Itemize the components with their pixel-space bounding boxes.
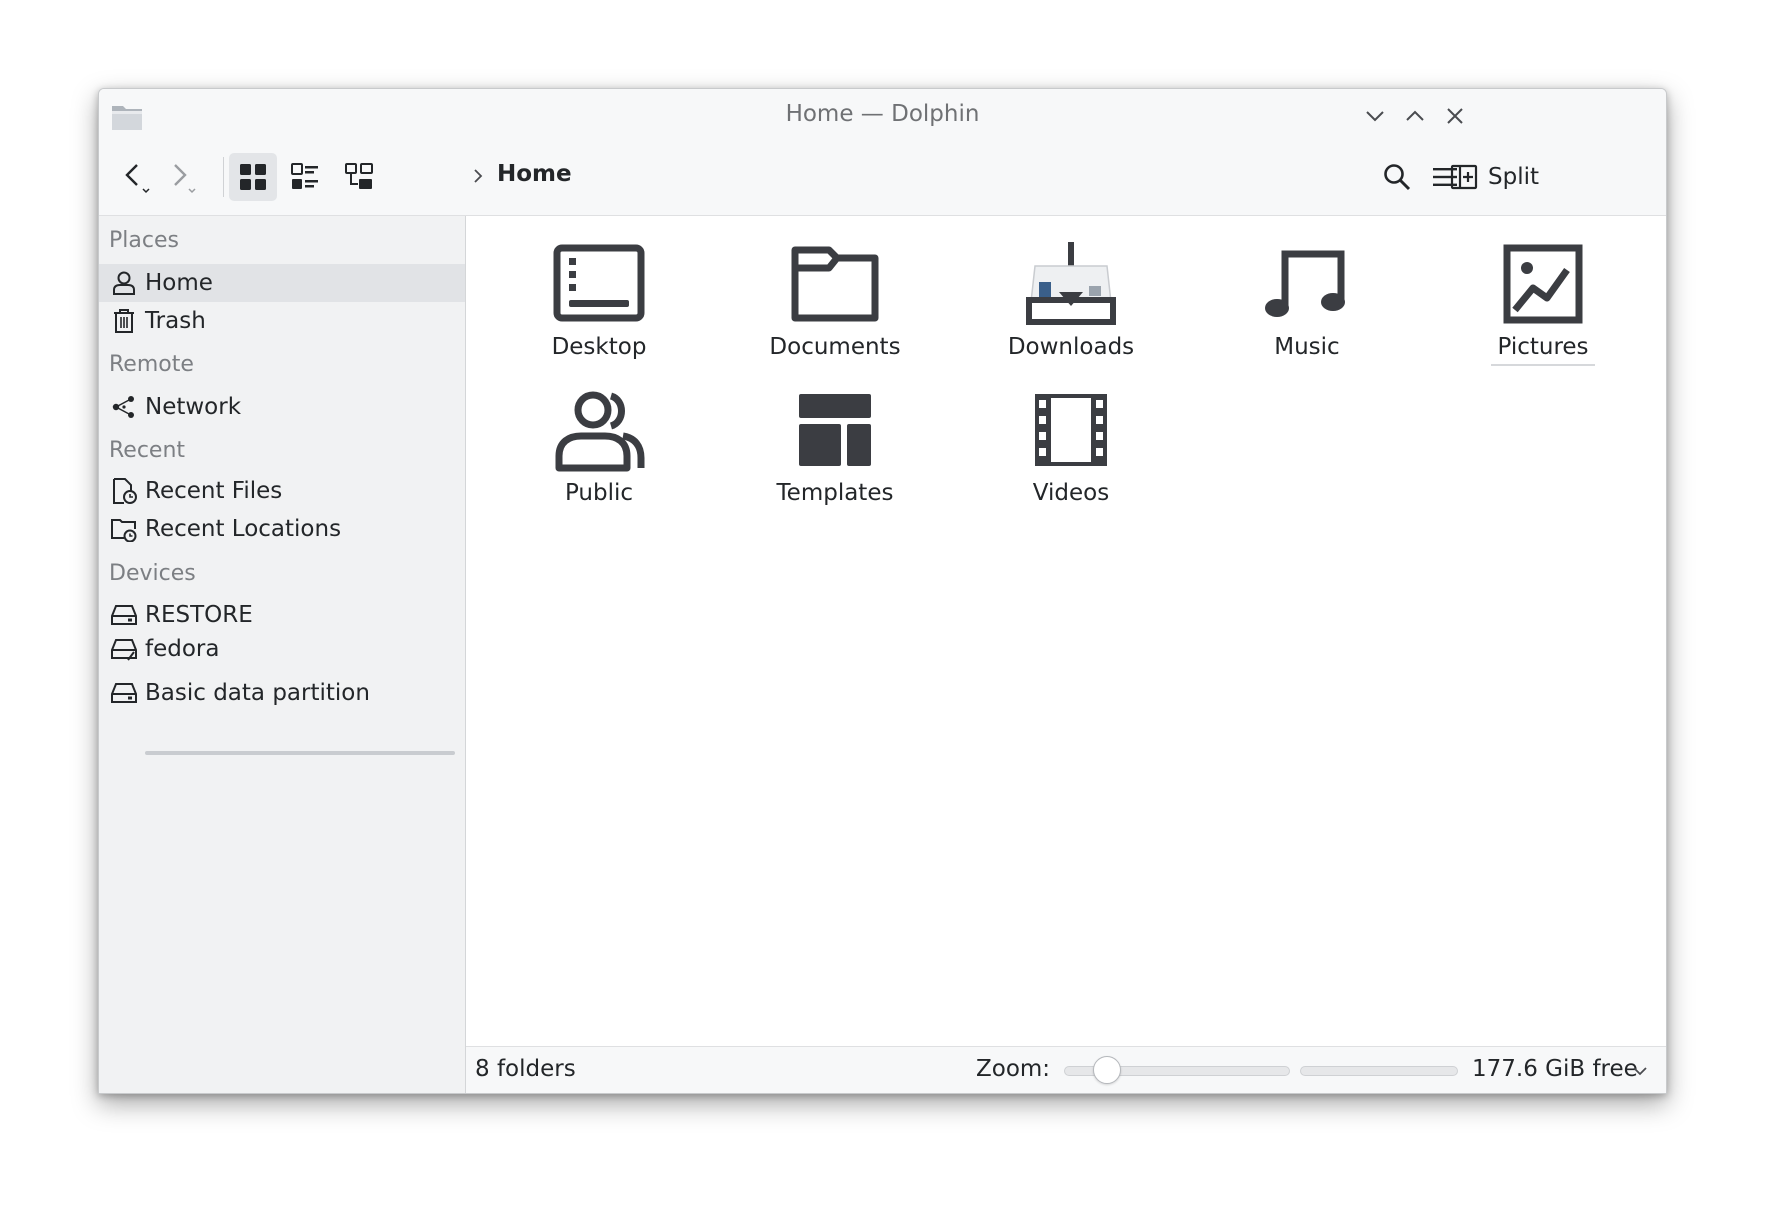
toolbar-separator [223, 157, 224, 197]
pictures-folder-icon [1495, 236, 1591, 332]
place-recent-files[interactable]: Recent Files [99, 472, 465, 510]
icons-view-icon [240, 164, 266, 190]
forward-button[interactable] [157, 153, 205, 201]
device-basic-data-partition[interactable]: Basic data partition [99, 674, 465, 712]
split-label: Split [1488, 164, 1539, 190]
folder-item[interactable]: Pictures [1425, 236, 1661, 366]
recent-locations-icon [109, 514, 139, 544]
free-space-bar [1300, 1066, 1458, 1076]
close-icon [1447, 108, 1463, 124]
documents-folder-icon [787, 236, 883, 332]
chevron-up-icon [1406, 110, 1424, 121]
folder-item[interactable]: Downloads [953, 236, 1189, 364]
section-header-places: Places [109, 228, 179, 253]
menu-button[interactable] [1421, 153, 1469, 201]
folder-item[interactable]: Public [481, 382, 717, 510]
device-label: Basic data partition [145, 680, 370, 706]
folder-label: Public [564, 480, 634, 506]
place-recent-locations[interactable]: Recent Locations [99, 510, 465, 548]
place-label: Home [145, 270, 213, 296]
device-fedora[interactable]: fedora [99, 630, 465, 668]
back-button[interactable] [111, 153, 159, 201]
icons-view-button[interactable] [229, 153, 277, 201]
folder-label: Pictures [1491, 334, 1595, 366]
breadcrumb-chevron-icon[interactable] [469, 165, 487, 187]
details-view-icon [345, 163, 373, 189]
status-bar: 8 folders Zoom: 177.6 GiB free [466, 1046, 1666, 1093]
maximize-button[interactable] [1401, 102, 1429, 130]
dolphin-window: Home — Dolphin Home Split Places Home Tr… [98, 88, 1667, 1094]
drive-icon [109, 634, 139, 664]
section-header-remote: Remote [109, 352, 194, 377]
folder-label: Downloads [1007, 334, 1135, 360]
place-home[interactable]: Home [99, 264, 465, 302]
search-icon [1384, 164, 1411, 191]
folder-item[interactable]: Music [1189, 236, 1425, 364]
breadcrumb-home[interactable]: Home [497, 161, 572, 187]
drive-icon [109, 600, 139, 630]
folder-item[interactable]: Templates [717, 382, 953, 510]
device-usage-bar [145, 751, 455, 755]
hamburger-menu-icon [1433, 168, 1457, 186]
device-label: RESTORE [145, 602, 253, 628]
folder-label: Videos [1032, 480, 1110, 506]
network-icon [109, 392, 139, 422]
device-restore[interactable]: RESTORE [99, 596, 465, 634]
folder-count: 8 folders [475, 1056, 576, 1082]
folder-item[interactable]: Desktop [481, 236, 717, 364]
compact-view-button[interactable] [281, 153, 329, 201]
place-network[interactable]: Network [99, 388, 465, 426]
desktop-folder-icon [551, 236, 647, 332]
public-folder-icon [551, 382, 647, 478]
chevron-down-icon[interactable] [1630, 1061, 1650, 1081]
place-label: Recent Locations [145, 516, 342, 542]
drive-icon [109, 678, 139, 708]
trash-icon [109, 306, 139, 336]
forward-arrow-icon [174, 164, 196, 194]
compact-view-icon [291, 163, 318, 189]
close-button[interactable] [1441, 102, 1469, 130]
place-label: Trash [145, 308, 206, 334]
folder-label: Desktop [551, 334, 647, 360]
toolbar: Home Split [99, 141, 1666, 216]
window-title: Home — Dolphin [785, 101, 980, 127]
back-arrow-icon [125, 164, 150, 194]
title-bar[interactable]: Home — Dolphin [99, 89, 1666, 141]
place-label: Network [145, 394, 242, 420]
folder-item[interactable]: Videos [953, 382, 1189, 510]
zoom-label: Zoom: [976, 1056, 1051, 1082]
details-view-button[interactable] [335, 153, 383, 201]
place-label: Recent Files [145, 478, 283, 504]
file-view[interactable]: Desktop Documents Downloads Music Pictur… [466, 216, 1666, 1046]
section-header-devices: Devices [109, 561, 196, 586]
folder-item[interactable]: Documents [717, 236, 953, 364]
free-space-label[interactable]: 177.6 GiB free [1472, 1056, 1638, 1082]
zoom-slider-handle[interactable] [1092, 1056, 1121, 1084]
downloads-folder-icon [1023, 236, 1119, 332]
search-button[interactable] [1373, 153, 1421, 201]
section-header-recent: Recent [109, 438, 186, 463]
user-icon [109, 268, 139, 298]
place-trash[interactable]: Trash [99, 302, 465, 340]
videos-folder-icon [1023, 382, 1119, 478]
chevron-down-icon [1366, 111, 1384, 122]
recent-files-icon [109, 476, 139, 506]
music-folder-icon [1259, 236, 1355, 332]
device-label: fedora [145, 636, 220, 662]
folder-label: Music [1274, 334, 1340, 360]
places-panel: Places Home Trash Remote Network Recent [99, 216, 466, 1093]
folder-label: Templates [776, 480, 894, 506]
templates-folder-icon [787, 382, 883, 478]
folder-label: Documents [769, 334, 901, 360]
minimize-button[interactable] [1361, 102, 1389, 130]
